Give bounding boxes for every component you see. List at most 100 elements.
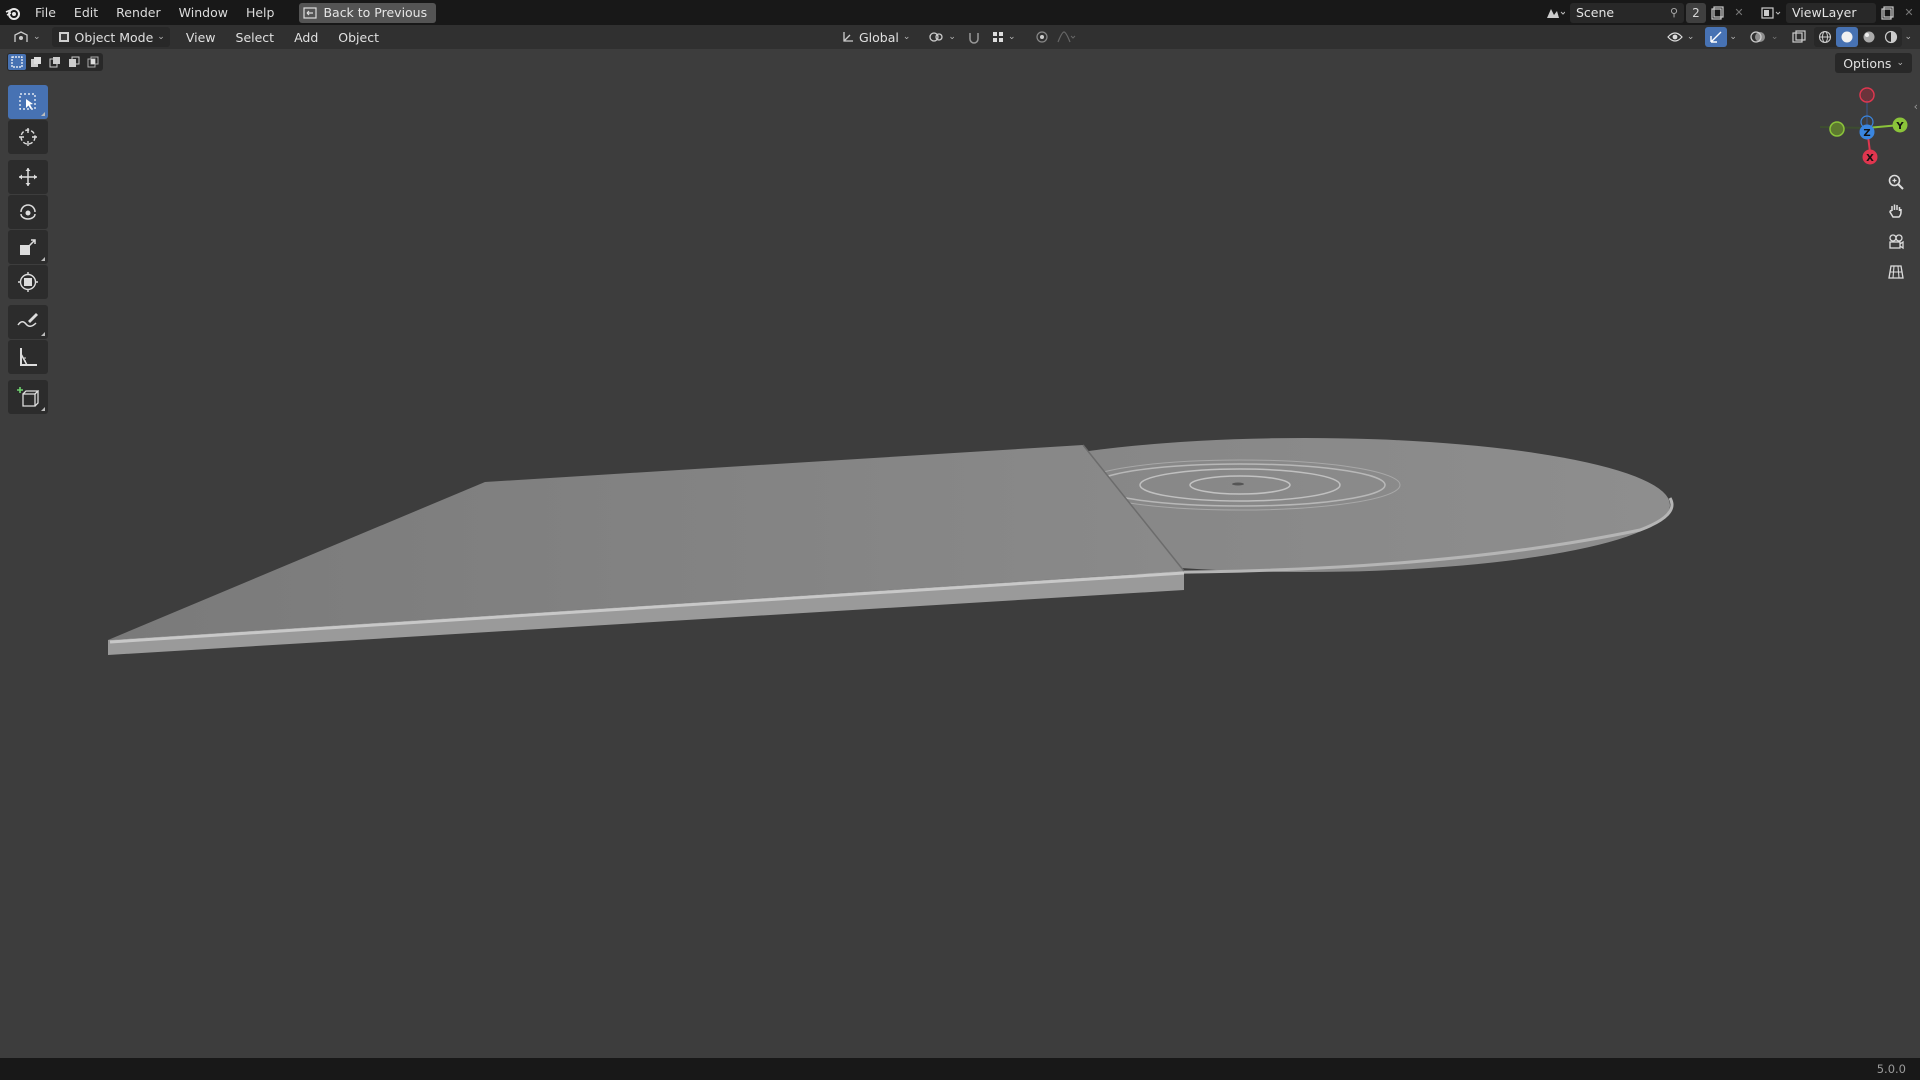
new-view-layer-icon[interactable] — [1876, 3, 1898, 23]
tool-options-corner-icon — [41, 407, 45, 411]
rotate-icon — [20, 204, 36, 220]
visibility-dropdown[interactable]: ⌄ — [1662, 27, 1700, 47]
select-new-icon[interactable] — [8, 54, 26, 70]
rendered-shading-icon[interactable] — [1880, 27, 1902, 47]
tool-move[interactable] — [8, 160, 48, 194]
chevron-down-icon: ⌄ — [902, 32, 911, 42]
top-bar: File Edit Render Window Help Back to Pre… — [0, 0, 1920, 25]
version-label: 5.0.0 — [1876, 1062, 1906, 1076]
view-layer-field[interactable]: ViewLayer — [1786, 2, 1876, 23]
menu-render[interactable]: Render — [107, 5, 170, 20]
xray-toggle-icon[interactable] — [1788, 27, 1810, 47]
tool-shelf — [8, 85, 48, 415]
menu-edit[interactable]: Edit — [65, 5, 107, 20]
header-menu-select[interactable]: Select — [226, 30, 285, 45]
pin-icon[interactable]: ⚲ — [1670, 6, 1678, 19]
status-bar: 5.0.0 — [0, 1058, 1920, 1080]
solid-shading-icon[interactable] — [1836, 27, 1859, 47]
tool-select-box[interactable] — [8, 85, 48, 119]
tool-measure[interactable] — [8, 340, 48, 374]
pan-view-button[interactable] — [1882, 197, 1910, 225]
chevron-down-icon: ⌄ — [1686, 32, 1695, 42]
tool-cursor[interactable] — [8, 120, 48, 154]
chevron-down-icon: ⌄ — [33, 32, 41, 42]
blender-logo-icon[interactable] — [0, 0, 26, 25]
tool-options-corner-icon — [41, 332, 45, 336]
grid-perspective-icon — [1888, 265, 1904, 279]
scene-selector-icon[interactable] — [1540, 3, 1570, 23]
3d-viewport-icon — [14, 31, 28, 42]
top-right-controls: Scene ⚲ 2 ✕ ViewLayer ✕ — [1540, 0, 1920, 25]
delete-scene-icon[interactable]: ✕ — [1728, 3, 1750, 23]
view-layer-selector-icon[interactable] — [1756, 3, 1786, 23]
editor-type-dropdown[interactable]: ⌄ — [8, 27, 46, 47]
ortho-perspective-toggle-button[interactable] — [1882, 258, 1910, 286]
overlays-options-chevron-icon[interactable]: ⌄ — [1771, 32, 1779, 42]
sidebar-collapse-chevron-icon[interactable]: ‹ — [1914, 100, 1918, 113]
tool-annotate[interactable] — [8, 305, 48, 339]
falloff-curve-icon[interactable] — [1055, 27, 1077, 47]
viewport-header: ⌄ Object Mode ⌄ View Select Add Object G… — [0, 25, 1920, 49]
pivot-icon — [929, 32, 944, 42]
new-scene-icon[interactable] — [1706, 3, 1728, 23]
select-box-icon — [19, 93, 36, 110]
select-invert-icon[interactable] — [65, 54, 83, 70]
viewport-3d-scene[interactable] — [0, 0, 1920, 1080]
gizmo-z-label: Z — [1863, 128, 1870, 139]
header-menu-view[interactable]: View — [176, 30, 226, 45]
menu-help[interactable]: Help — [237, 5, 284, 20]
tool-scale[interactable] — [8, 230, 48, 264]
select-subtract-icon[interactable] — [46, 54, 64, 70]
material-preview-shading-icon[interactable] — [1858, 27, 1880, 47]
proportional-editing-icon[interactable] — [1031, 27, 1053, 47]
viewport-display-controls: ⌄ ⌄ ⌄ ⌄ — [1662, 27, 1912, 47]
transform-controls: Global ⌄ ⌄ ⌄ — [836, 27, 1077, 47]
selection-mode-group — [7, 53, 103, 71]
eye-icon — [1667, 32, 1683, 42]
back-to-previous-label: Back to Previous — [323, 5, 428, 20]
select-extend-icon[interactable] — [27, 54, 45, 70]
tool-transform[interactable] — [8, 265, 48, 299]
navigation-gizmo[interactable]: Y Z X — [1820, 80, 1920, 170]
zoom-view-button[interactable] — [1882, 168, 1910, 196]
back-to-previous-button[interactable]: Back to Previous — [299, 2, 437, 23]
chevron-down-icon: ⌄ — [948, 32, 956, 42]
tool-rotate[interactable] — [8, 195, 48, 229]
tool-add-cube[interactable] — [8, 380, 48, 414]
object-mode-dropdown[interactable]: Object Mode ⌄ — [51, 27, 170, 47]
header-menu-object[interactable]: Object — [328, 30, 389, 45]
transform-orientation-dropdown[interactable]: Global ⌄ — [836, 27, 915, 47]
gizmo-options-chevron-icon[interactable]: ⌄ — [1729, 32, 1737, 42]
zoom-magnifier-icon — [1888, 174, 1904, 190]
overlays-toggle-icon[interactable] — [1747, 27, 1769, 47]
camera-view-button[interactable] — [1882, 228, 1910, 256]
snap-target-dropdown[interactable]: ⌄ — [987, 27, 1021, 47]
annotate-pencil-icon — [17, 313, 38, 327]
object-mode-label: Object Mode — [74, 29, 154, 45]
delete-view-layer-icon[interactable]: ✕ — [1898, 3, 1920, 23]
measure-ruler-icon — [20, 348, 37, 366]
orientation-icon — [843, 32, 853, 42]
wireframe-shading-icon[interactable] — [1814, 27, 1836, 47]
pivot-point-dropdown[interactable]: ⌄ — [923, 27, 961, 47]
options-dropdown[interactable]: Options ⌄ — [1835, 53, 1912, 73]
scene-name: Scene — [1576, 5, 1615, 20]
camera-icon — [1889, 234, 1904, 250]
scene-name-field[interactable]: Scene ⚲ — [1570, 2, 1684, 23]
scene-user-count[interactable]: 2 — [1686, 2, 1706, 23]
view-layer-name: ViewLayer — [1792, 5, 1857, 20]
menu-window[interactable]: Window — [170, 5, 237, 20]
shading-options-chevron-icon[interactable]: ⌄ — [1904, 32, 1912, 42]
select-intersect-icon[interactable] — [84, 54, 102, 70]
vinyl-disc-mesh[interactable] — [940, 438, 1674, 574]
header-menu-add[interactable]: Add — [284, 30, 328, 45]
scale-icon — [20, 239, 36, 255]
record-sleeve-mesh[interactable] — [108, 444, 1185, 655]
gizmo-y-label: Y — [1895, 121, 1904, 132]
menu-file[interactable]: File — [26, 5, 65, 20]
chevron-down-icon: ⌄ — [1896, 58, 1904, 68]
hand-pan-icon — [1889, 204, 1902, 218]
snap-toggle-icon[interactable] — [963, 27, 985, 47]
gizmo-toggle-icon[interactable] — [1705, 27, 1728, 47]
options-label: Options — [1843, 55, 1892, 71]
